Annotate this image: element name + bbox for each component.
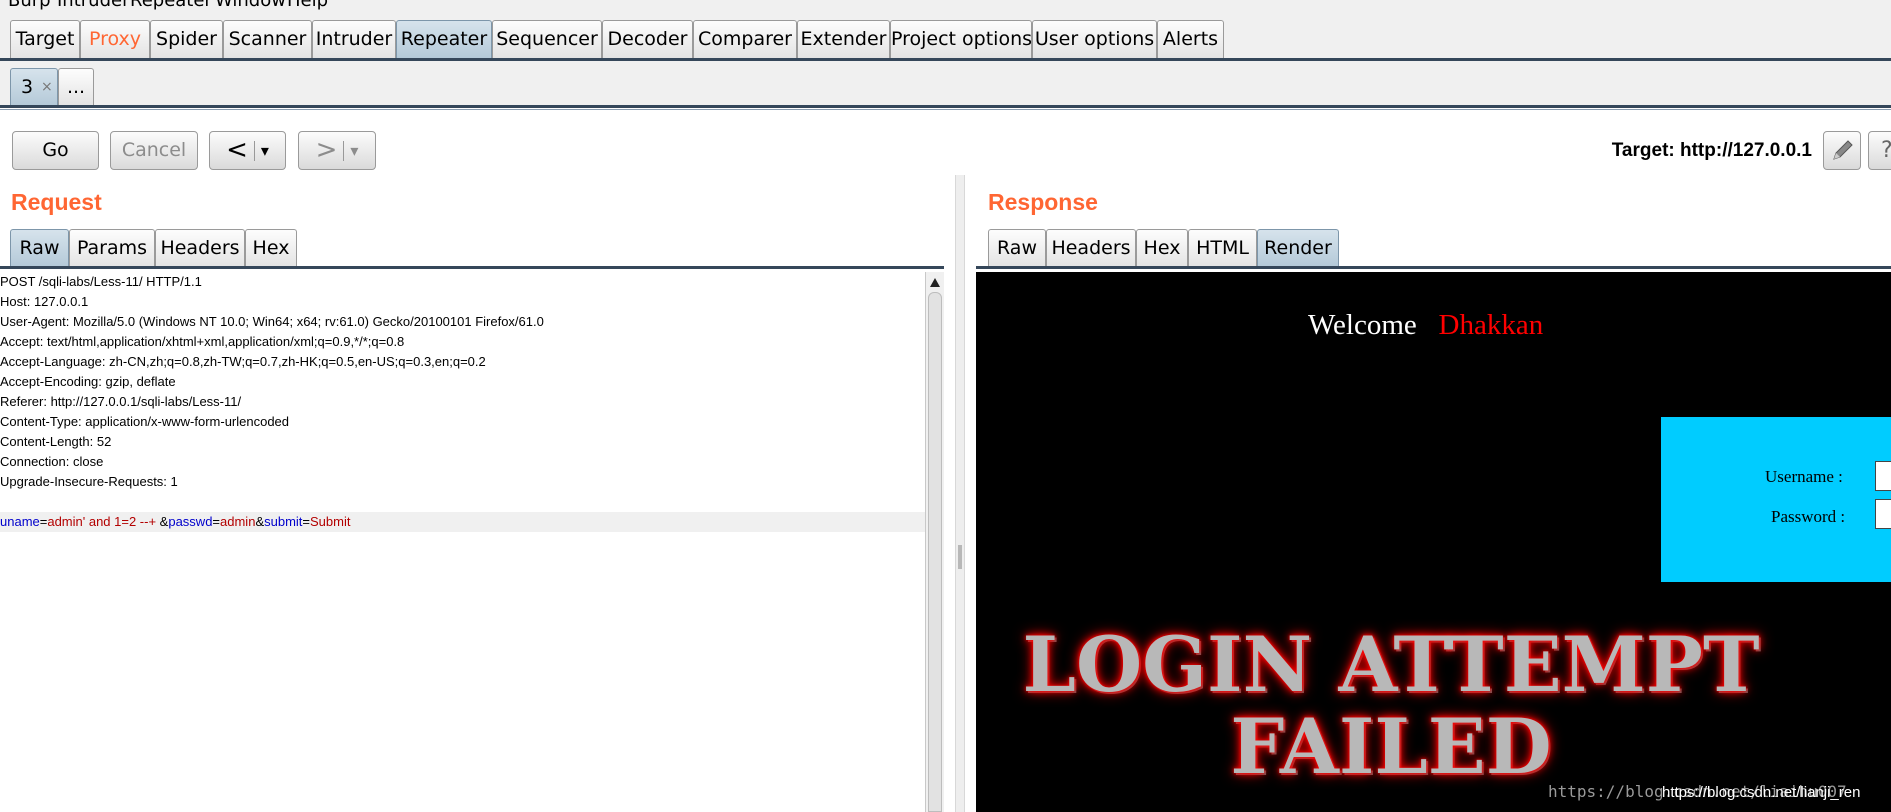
request-scrollbar[interactable] xyxy=(925,272,944,812)
watermark-2: https://blog.csdn.net/lianji_ren xyxy=(1662,784,1861,801)
param-passwd-value: admin xyxy=(220,514,256,529)
tab-target[interactable]: Target xyxy=(10,20,80,58)
request-header-line: Content-Type: application/x-www-form-url… xyxy=(0,414,290,429)
tab-repeater[interactable]: Repeater xyxy=(396,20,492,58)
close-icon[interactable]: × xyxy=(41,69,53,105)
tab-alerts[interactable]: Alerts xyxy=(1157,20,1224,58)
tab-project-options[interactable]: Project options xyxy=(890,20,1032,58)
back-button[interactable]: < ▾ xyxy=(209,131,286,170)
request-body-line: uname=admin' and 1=2 --+ &passwd=admin&s… xyxy=(0,512,925,532)
render-welcome: Welcome Dhakkan xyxy=(1308,309,1544,341)
split-pane-divider[interactable] xyxy=(955,175,965,812)
response-tab-raw[interactable]: Raw xyxy=(988,229,1046,267)
username-label: Username : xyxy=(1765,467,1843,486)
tab-comparer[interactable]: Comparer xyxy=(693,20,797,58)
chevron-left-icon: < xyxy=(226,135,248,165)
tab-user-options[interactable]: User options xyxy=(1032,20,1157,58)
password-input[interactable] xyxy=(1875,499,1891,529)
param-uname-value: admin' and 1=2 --+ xyxy=(47,514,160,529)
request-header-line: Accept-Encoding: gzip, deflate xyxy=(0,374,176,389)
tab-scanner[interactable]: Scanner xyxy=(223,20,312,58)
request-header-line: Host: 127.0.0.1 xyxy=(0,294,89,309)
response-tab-headers[interactable]: Headers xyxy=(1046,229,1136,267)
request-editor[interactable]: POST /sqli-labs/Less-11/ HTTP/1.1 Host: … xyxy=(0,272,925,812)
request-tab-headers[interactable]: Headers xyxy=(155,229,245,267)
edit-target-button[interactable] xyxy=(1823,131,1861,170)
cancel-button[interactable]: Cancel xyxy=(110,131,198,170)
divider-grip xyxy=(958,545,962,569)
username-input[interactable] xyxy=(1875,461,1891,491)
tab-sequencer[interactable]: Sequencer xyxy=(492,20,602,58)
request-header-line: Connection: close xyxy=(0,454,104,469)
repeater-tab-new[interactable]: ... xyxy=(58,68,94,106)
go-button[interactable]: Go xyxy=(12,131,99,170)
param-passwd-key: passwd xyxy=(168,514,213,529)
repeater-tab-underline xyxy=(0,105,1891,108)
request-header-line: User-Agent: Mozilla/5.0 (Windows NT 10.0… xyxy=(0,314,544,329)
password-label: Password : xyxy=(1771,507,1846,526)
pencil-icon xyxy=(1833,140,1853,160)
response-title: Response xyxy=(988,189,1098,215)
chevron-right-icon: > xyxy=(315,135,338,165)
render-user-name: Dhakkan xyxy=(1438,309,1544,341)
menu-burp[interactable]: Burp xyxy=(8,0,51,11)
login-form: Username : Password : xyxy=(1661,417,1891,582)
request-tab-raw[interactable]: Raw xyxy=(10,229,69,267)
request-tab-underline xyxy=(0,266,944,269)
request-header-line: Accept: text/html,application/xhtml+xml,… xyxy=(0,334,405,349)
response-tab-hex[interactable]: Hex xyxy=(1136,229,1188,267)
param-submit-value: Submit xyxy=(310,514,351,529)
repeater-tab-underline-2 xyxy=(0,109,1891,110)
response-tab-render[interactable]: Render xyxy=(1257,229,1339,267)
chevron-down-icon: ▾ xyxy=(350,141,359,160)
response-render-view: Welcome Dhakkan Username : Password : LO… xyxy=(976,272,1891,812)
tab-spider[interactable]: Spider xyxy=(150,20,223,58)
request-tab-params[interactable]: Params xyxy=(69,229,155,267)
repeater-tab-bar xyxy=(0,61,1891,105)
forward-button[interactable]: > ▾ xyxy=(298,131,376,170)
request-line: POST /sqli-labs/Less-11/ HTTP/1.1 xyxy=(0,274,202,289)
login-failed-banner: LOGIN ATTEMPT FAILED xyxy=(1022,620,1760,791)
menu-help[interactable]: Help xyxy=(287,0,328,11)
tab-extender[interactable]: Extender xyxy=(797,20,890,58)
request-header-line: Content-Length: 52 xyxy=(0,434,112,449)
request-header-line: Accept-Language: zh-CN,zh;q=0.8,zh-TW;q=… xyxy=(0,354,486,369)
menu-repeater[interactable]: Repeater xyxy=(130,0,212,11)
menu-intruder[interactable]: Intruder xyxy=(57,0,129,11)
request-header-line: Upgrade-Insecure-Requests: 1 xyxy=(0,474,178,489)
tab-intruder[interactable]: Intruder xyxy=(312,20,396,58)
tab-proxy[interactable]: Proxy xyxy=(80,20,150,58)
scrollbar-thumb[interactable] xyxy=(928,292,942,812)
tab-decoder[interactable]: Decoder xyxy=(602,20,693,58)
param-submit-key: submit xyxy=(264,514,303,529)
repeater-tab-label: 3 xyxy=(20,76,34,98)
scroll-up-icon[interactable] xyxy=(930,278,940,287)
target-label: Target: http://127.0.0.1 xyxy=(1611,140,1812,161)
param-uname-key: uname xyxy=(0,514,40,529)
response-tab-html[interactable]: HTML xyxy=(1188,229,1257,267)
request-title: Request xyxy=(11,189,102,215)
repeater-tab-3[interactable]: 3 × xyxy=(10,68,58,106)
request-tab-hex[interactable]: Hex xyxy=(245,229,297,267)
response-tab-underline xyxy=(976,266,1891,269)
chevron-down-icon: ▾ xyxy=(260,141,269,160)
request-header-line: Referer: http://127.0.0.1/sqli-labs/Less… xyxy=(0,394,242,409)
menu-window[interactable]: Window xyxy=(215,0,286,11)
help-button[interactable]: ? xyxy=(1868,131,1891,170)
menu-bar: Burp Intruder Repeater Window Help xyxy=(0,0,1891,18)
